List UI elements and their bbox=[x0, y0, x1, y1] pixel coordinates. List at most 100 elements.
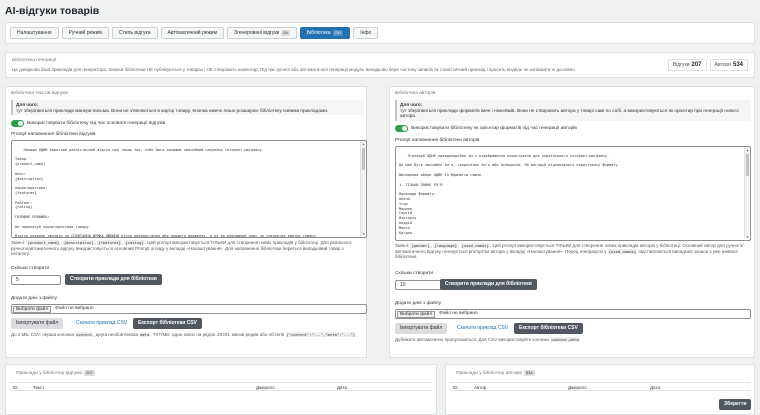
textarea-scrollbar[interactable]: ▲ ▼ bbox=[744, 148, 749, 239]
tab-bar: Налаштування Ручний режим Стиль відгука … bbox=[5, 22, 755, 44]
help-text: До 2 МБ. CSV: перша колонка bbox=[11, 332, 74, 337]
stat-label: Відгуки bbox=[672, 62, 690, 68]
tab-library[interactable]: Бібліотека 741 bbox=[299, 27, 351, 39]
col-source[interactable]: Джерело bbox=[568, 385, 587, 390]
reviews-count-label: Скільки створити bbox=[11, 266, 50, 271]
library-intro-text: Це довідкова база прикладів для генерато… bbox=[12, 67, 577, 72]
var-code: {features} bbox=[97, 240, 122, 245]
tab-auto-mode[interactable]: Автоматичний режим bbox=[160, 27, 225, 39]
authors-table-title: Приклади у бібліотеці авторів 534 bbox=[456, 370, 535, 376]
col-date[interactable]: Дата bbox=[337, 385, 347, 390]
reviews-examples-table-panel: Приклади у бібліотеці відгуків 207 ID Тек… bbox=[5, 364, 437, 415]
reviews-file-input[interactable]: Вибрати файл Файл не вибрано bbox=[11, 304, 367, 314]
reviews-import-button[interactable]: Імпортувати файл bbox=[11, 318, 64, 329]
file-status: Файл не вибрано bbox=[55, 306, 94, 311]
reviews-prompt-label: Prompt наповнення бібліотеки відгуків bbox=[11, 132, 96, 137]
prompt-text: Напиши ОДИН короткий реалістичний відгук… bbox=[15, 147, 318, 238]
note-text: тут зберігаються приклади форматів імен … bbox=[400, 107, 739, 119]
tab-count-badge: 741 bbox=[332, 30, 344, 36]
reviews-export-button[interactable]: Експорт бібліотеки CSV bbox=[133, 318, 202, 329]
reviews-add-file-label: Додати дані з файлу bbox=[11, 296, 57, 301]
var-code: {used_names} bbox=[607, 248, 638, 254]
save-button[interactable]: Зберегти bbox=[719, 399, 752, 410]
scroll-thumb[interactable] bbox=[746, 154, 749, 176]
stat-label: Автори bbox=[714, 62, 731, 68]
authors-library-toggle[interactable] bbox=[395, 125, 408, 132]
help-text: Дублікати автоматично пропускаються. Для… bbox=[395, 337, 549, 342]
prompt-text: Згенеруй ОДНЕ правдоподібне ім'я відобра… bbox=[399, 153, 620, 235]
reviews-count-input[interactable]: 5 bbox=[11, 275, 61, 285]
tab-label: Налаштування bbox=[17, 30, 52, 36]
page-title: AI-відгуки товарів bbox=[5, 5, 100, 17]
authors-prompt-help: Змінні: {gender}, {language}, {used_name… bbox=[395, 243, 744, 260]
table-count-badge: 534 bbox=[523, 370, 535, 376]
tab-info[interactable]: Інфо bbox=[353, 27, 379, 39]
authors-library-note: Для чого: тут зберігаються приклади форм… bbox=[395, 100, 751, 121]
col-author[interactable]: Автор bbox=[474, 385, 486, 390]
var-code: {rating} bbox=[124, 240, 145, 245]
help-prefix: Змінні: bbox=[395, 243, 410, 248]
reviews-prompt-textarea[interactable]: Напиши ОДИН короткий реалістичний відгук… bbox=[11, 140, 367, 238]
authors-prompt-textarea[interactable]: Згенеруй ОДНЕ правдоподібне ім'я відобра… bbox=[395, 146, 751, 241]
scroll-down-icon[interactable]: ▼ bbox=[745, 235, 750, 239]
tab-label: Автоматичний режим bbox=[167, 30, 218, 36]
col-id[interactable]: ID bbox=[453, 385, 458, 390]
var-code: {language} bbox=[433, 243, 458, 248]
help-prefix: Змінні: bbox=[11, 240, 26, 245]
tab-settings[interactable]: Налаштування bbox=[10, 27, 59, 39]
authors-count-label: Скільки створити bbox=[395, 271, 434, 276]
note-text: тут зберігаються приклади манери письма.… bbox=[16, 107, 329, 113]
var-code: content bbox=[75, 332, 94, 337]
stat-value: 207 bbox=[691, 62, 702, 68]
scroll-down-icon[interactable]: ▼ bbox=[361, 232, 366, 236]
var-code: {used_names} bbox=[460, 243, 490, 248]
authors-export-button[interactable]: Експорт бібліотеки CSV bbox=[514, 323, 583, 334]
authors-import-button[interactable]: Імпортувати файл bbox=[395, 323, 448, 334]
table-title: Приклади у бібліотеці відгуків bbox=[16, 371, 82, 376]
authors-create-button[interactable]: Створити приклади для бібліотеки bbox=[440, 279, 537, 290]
choose-file-button[interactable]: Вибрати файл bbox=[397, 310, 436, 318]
tab-label: Інфо bbox=[360, 30, 372, 36]
var-code: content,meta bbox=[550, 337, 580, 342]
choose-file-button[interactable]: Вибрати файл bbox=[13, 305, 52, 313]
authors-count-input[interactable]: 10 bbox=[395, 280, 445, 290]
scroll-thumb[interactable] bbox=[362, 148, 365, 170]
reviews-create-button[interactable]: Створити приклади для бібліотеки bbox=[65, 274, 162, 285]
tab-generated-reviews[interactable]: Згенеровані відгуки 24 bbox=[227, 27, 297, 39]
authors-library-toggle-row: Використовувати бібліотеку як орієнтир ф… bbox=[395, 125, 577, 132]
stat-authors: Автори 534 bbox=[709, 59, 748, 71]
authors-table-header: ID Автор Джерело Дата bbox=[450, 382, 750, 391]
authors-prompt-label: Prompt наповнення бібліотеки авторів bbox=[395, 138, 480, 143]
authors-add-file-label: Додати дані з файлу bbox=[395, 301, 441, 306]
reviews-library-toggle[interactable] bbox=[11, 120, 24, 127]
toggle-label: Використовувати бібліотеку як орієнтир ф… bbox=[411, 126, 577, 131]
var-code: meta bbox=[139, 332, 151, 337]
file-status: Файл не вибрано bbox=[439, 311, 478, 316]
reviews-prompt-help: Змінні: {product_name}, {description}, {… bbox=[11, 240, 352, 257]
col-date[interactable]: Дата bbox=[650, 385, 660, 390]
var-code: {"content":"...","meta":"..."} bbox=[285, 332, 357, 337]
authors-file-input[interactable]: Вибрати файл Файл не вибрано bbox=[395, 309, 751, 319]
scroll-up-icon[interactable]: ▲ bbox=[745, 148, 750, 152]
col-text[interactable]: Текст bbox=[33, 385, 44, 390]
stat-value: 534 bbox=[732, 62, 743, 68]
library-intro-panel: Бібліотека генерації Це довідкова база п… bbox=[5, 52, 755, 78]
authors-sample-csv-link[interactable]: Скачати приклад CSV bbox=[457, 323, 508, 334]
tab-manual-mode[interactable]: Ручний режим bbox=[61, 27, 109, 39]
authors-library-panel: Бібліотека авторів Для чого: тут зберіга… bbox=[389, 86, 755, 358]
tab-label: Ручний режим bbox=[68, 30, 102, 36]
col-id[interactable]: ID bbox=[13, 385, 18, 390]
reviews-sample-csv-link[interactable]: Скачати приклад CSV bbox=[76, 318, 127, 329]
reviews-table-title: Приклади у бібліотеці відгуків 207 bbox=[16, 370, 95, 376]
tab-label: Бібліотека bbox=[306, 30, 331, 36]
authors-library-header: Бібліотека авторів bbox=[395, 91, 436, 96]
reviews-library-panel: Бібліотека текстів відгуків Для чого: ту… bbox=[5, 86, 367, 358]
reviews-table-header: ID Текст Джерело Дата bbox=[10, 382, 432, 391]
col-source[interactable]: Джерело bbox=[256, 385, 275, 390]
reviews-library-header: Бібліотека текстів відгуків bbox=[11, 91, 68, 96]
tab-review-style[interactable]: Стиль відгука bbox=[111, 27, 158, 39]
authors-examples-table-panel: Приклади у бібліотеці авторів 534 ID Авто… bbox=[445, 364, 755, 415]
tab-count-badge: 24 bbox=[281, 30, 290, 36]
scroll-up-icon[interactable]: ▲ bbox=[361, 142, 366, 146]
textarea-scrollbar[interactable]: ▲ ▼ bbox=[360, 142, 365, 236]
